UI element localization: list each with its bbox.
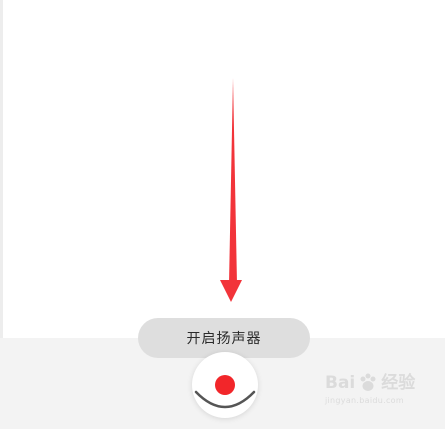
watermark-url: jingyan.baidu.com [325,396,404,405]
call-screen: 开启扬声器 Bai 经验 jingyan.baidu.com [0,0,445,429]
watermark-logo-text: Bai [325,373,356,393]
baidu-watermark: Bai 经验 jingyan.baidu.com [325,372,425,422]
watermark-logo: Bai 经验 [325,372,425,394]
baidu-paw-icon [360,373,376,391]
record-dot-icon [215,375,235,395]
record-button[interactable] [192,352,258,418]
watermark-logo-suffix: 经验 [381,373,416,393]
speaker-button-label: 开启扬声器 [186,331,262,347]
